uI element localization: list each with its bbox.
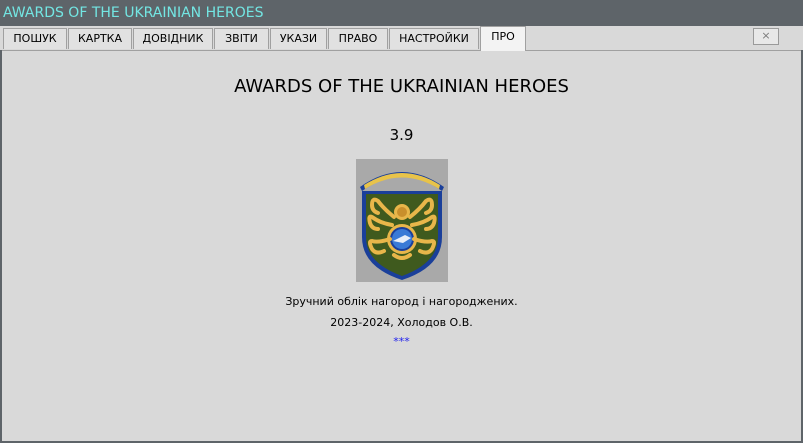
tab-search[interactable]: ПОШУК bbox=[3, 28, 67, 49]
tab-reference[interactable]: ДОВІДНИК bbox=[133, 28, 213, 49]
tab-about[interactable]: ПРО bbox=[480, 26, 526, 51]
copyright-text: 2023-2024, Холодов О.В. bbox=[330, 316, 473, 329]
tab-settings[interactable]: НАСТРОЙКИ bbox=[389, 28, 479, 49]
tab-reports[interactable]: ЗВІТИ bbox=[214, 28, 269, 49]
tab-law[interactable]: ПРАВО bbox=[328, 28, 388, 49]
version-label: 3.9 bbox=[389, 126, 414, 144]
window-title: AWARDS OF THE UKRAINIAN HEROES bbox=[3, 5, 264, 21]
about-title: AWARDS OF THE UKRAINIAN HEROES bbox=[234, 76, 569, 97]
app-window: AWARDS OF THE UKRAINIAN HEROES ПОШУК КАР… bbox=[0, 0, 803, 443]
app-description: Зручний облік нагород і нагороджених. bbox=[285, 295, 518, 308]
tab-card[interactable]: КАРТКА bbox=[68, 28, 132, 49]
title-bar[interactable]: AWARDS OF THE UKRAINIAN HEROES bbox=[0, 0, 803, 26]
tab-decrees[interactable]: УКАЗИ bbox=[270, 28, 327, 49]
about-panel: AWARDS OF THE UKRAINIAN HEROES 3.9 Зручн… bbox=[2, 50, 801, 441]
close-tab-button[interactable]: × bbox=[753, 28, 779, 45]
shield-emblem-icon bbox=[360, 172, 444, 280]
tab-strip: ПОШУК КАРТКА ДОВІДНИК ЗВІТИ УКАЗИ ПРАВО … bbox=[0, 26, 803, 51]
unit-emblem bbox=[356, 159, 448, 282]
more-info-link[interactable]: *** bbox=[2, 335, 801, 349]
